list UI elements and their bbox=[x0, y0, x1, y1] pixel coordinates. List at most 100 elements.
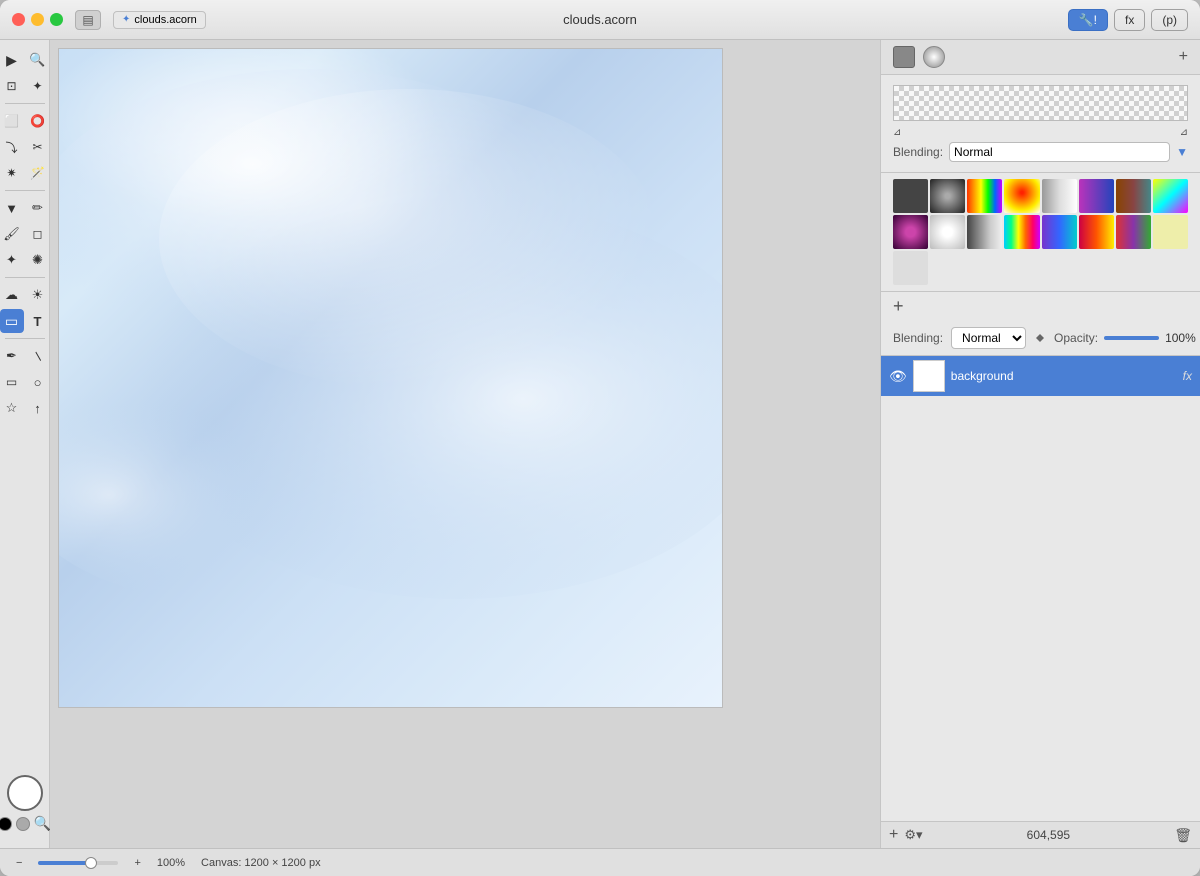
panel-add-button[interactable]: + bbox=[1179, 48, 1188, 66]
opacity-slider[interactable] bbox=[1104, 336, 1159, 340]
swatch-spectrum[interactable] bbox=[967, 179, 1002, 213]
fx-button[interactable]: fx bbox=[1114, 9, 1145, 31]
add-swatch-button[interactable]: + bbox=[893, 296, 904, 317]
gradient-preview[interactable] bbox=[893, 85, 1188, 121]
gradient-handle-right[interactable]: ⊿ bbox=[1180, 127, 1188, 138]
gradient-section: ⊿ ⊿ Blending: Normal Multiply Screen Ove… bbox=[881, 75, 1200, 173]
layer-blending-select[interactable]: Normal Multiply Screen bbox=[951, 327, 1026, 349]
blending-stepper-icon[interactable] bbox=[1034, 332, 1046, 344]
gradient-blending-select[interactable]: Normal Multiply Screen Overlay bbox=[949, 142, 1170, 162]
swatch-purple-blue[interactable] bbox=[1079, 179, 1114, 213]
main-area: ▶ 🔍 ⊡ ✦ ⬜ ⭕ ⤵ ✂ ✷ 🪄 ▼ ✏ bbox=[0, 40, 1200, 848]
zoom-minus-button[interactable]: − bbox=[16, 857, 22, 869]
star-tool-button[interactable]: ☆ bbox=[0, 396, 24, 420]
text-button[interactable]: T bbox=[26, 309, 50, 333]
layer-name: background bbox=[951, 369, 1177, 383]
arrow-tool-button[interactable]: ▶ bbox=[0, 48, 24, 72]
gradient-handle-left[interactable]: ⊿ bbox=[893, 127, 901, 138]
tab-icon: ✦ bbox=[122, 14, 130, 25]
swatch-bright-colors[interactable] bbox=[1153, 179, 1188, 213]
background-color[interactable] bbox=[16, 817, 30, 831]
layer-fx-button[interactable]: fx bbox=[1183, 369, 1192, 383]
arrow-draw-button[interactable]: ↑ bbox=[26, 396, 50, 420]
color-picker-button[interactable]: 🪄 bbox=[26, 161, 50, 185]
layer-settings-button[interactable]: ⚙▾ bbox=[904, 827, 922, 843]
pen-tool-button[interactable]: ✒ bbox=[0, 344, 24, 368]
layer-item[interactable]: 👁 background fx bbox=[881, 356, 1200, 396]
window-title: clouds.acorn bbox=[563, 12, 637, 27]
swatch-warm-colors[interactable] bbox=[1116, 179, 1151, 213]
blending-row: Blending: Normal Multiply Screen Overlay… bbox=[893, 142, 1188, 162]
gradient-preview-inner bbox=[894, 86, 1187, 120]
transform-tool-button[interactable]: ✦ bbox=[26, 74, 50, 98]
swatch-add-row: + bbox=[881, 292, 1200, 321]
layer-thumbnail bbox=[913, 360, 945, 392]
toolbar-bottom: 🔍 bbox=[0, 775, 51, 840]
close-button[interactable] bbox=[12, 13, 25, 26]
zoom-icon[interactable]: 🔍 bbox=[34, 815, 51, 832]
heal-button[interactable]: ✺ bbox=[26, 248, 50, 272]
zoom-tool-button[interactable]: 🔍 bbox=[26, 48, 50, 72]
layer-visibility-icon[interactable]: 👁 bbox=[889, 368, 907, 385]
title-text: clouds.acorn bbox=[563, 12, 637, 27]
layer-add-button[interactable]: + bbox=[889, 826, 898, 844]
rect-select-button[interactable]: ⬜ bbox=[0, 109, 24, 133]
color-row: 🔍 bbox=[0, 815, 51, 832]
brush-button[interactable]: 🖌 bbox=[0, 222, 24, 246]
stroke-fill-indicator[interactable] bbox=[7, 775, 43, 811]
foreground-color[interactable] bbox=[0, 817, 12, 831]
sun-brush-button[interactable]: ☀ bbox=[26, 283, 50, 307]
tool-row-4: ⤵ ✂ bbox=[0, 135, 50, 159]
layer-delete-button[interactable]: 🗑 bbox=[1174, 827, 1192, 844]
swatch-radial-warm[interactable] bbox=[1004, 179, 1039, 213]
pencil-button[interactable]: ✏ bbox=[26, 196, 50, 220]
titlebar-right-buttons: 🔧! fx (p) bbox=[1068, 9, 1188, 31]
magnetic-lasso-button[interactable]: ✂ bbox=[26, 135, 50, 159]
tool-row-13: ☆ ↑ bbox=[0, 396, 50, 420]
minimize-button[interactable] bbox=[31, 13, 44, 26]
swatch-dark[interactable] bbox=[893, 179, 928, 213]
crop-tool-button[interactable]: ⊡ bbox=[0, 74, 24, 98]
swatch-rgb[interactable] bbox=[1116, 215, 1151, 249]
rect-draw-button[interactable]: ▭ bbox=[0, 370, 24, 394]
tab-label: clouds.acorn bbox=[134, 14, 196, 26]
tools-button[interactable]: 🔧! bbox=[1068, 9, 1108, 31]
magic-wand-button[interactable]: ✷ bbox=[0, 161, 24, 185]
cloud-brush-button[interactable]: ☁ bbox=[0, 283, 24, 307]
sidebar-toggle-button[interactable]: ▤ bbox=[75, 10, 101, 30]
swatch-light-grad[interactable] bbox=[1042, 179, 1077, 213]
canvas[interactable] bbox=[58, 48, 723, 708]
swatch-white-gray[interactable] bbox=[930, 215, 965, 249]
opacity-row: Opacity: 100% bbox=[1054, 331, 1196, 345]
layer-coordinates: 604,595 bbox=[929, 828, 1169, 842]
maximize-button[interactable] bbox=[50, 13, 63, 26]
zoom-slider[interactable] bbox=[38, 861, 118, 865]
zoom-plus-button[interactable]: + bbox=[134, 857, 140, 869]
separator-2 bbox=[5, 190, 45, 191]
gradient-handles: ⊿ ⊿ bbox=[893, 127, 1188, 138]
circle-draw-button[interactable]: ○ bbox=[26, 370, 50, 394]
document-tab[interactable]: ✦ clouds.acorn bbox=[113, 11, 206, 29]
stamp-button[interactable]: ✦ bbox=[0, 248, 24, 272]
swatch-fire[interactable] bbox=[1079, 215, 1114, 249]
toolbar: ▶ 🔍 ⊡ ✦ ⬜ ⭕ ⤵ ✂ ✷ 🪄 ▼ ✏ bbox=[0, 40, 50, 848]
swatch-light-gray[interactable] bbox=[893, 251, 928, 285]
eraser-button[interactable]: ◻ bbox=[26, 222, 50, 246]
swatch-rainbow[interactable] bbox=[1004, 215, 1039, 249]
solid-swatch-button[interactable] bbox=[893, 46, 915, 68]
swatch-yellow[interactable] bbox=[1153, 215, 1188, 249]
ellipse-select-button[interactable]: ⭕ bbox=[26, 109, 50, 133]
gradient-swatch-button[interactable] bbox=[923, 46, 945, 68]
titlebar: ▤ ✦ clouds.acorn clouds.acorn 🔧! fx (p) bbox=[0, 0, 1200, 40]
swatch-radial-dark[interactable] bbox=[930, 179, 965, 213]
paint-bucket-button[interactable]: ▼ bbox=[0, 196, 24, 220]
swatch-magenta[interactable] bbox=[893, 215, 928, 249]
rect-shape-button[interactable]: ▭ bbox=[0, 309, 24, 333]
p-button[interactable]: (p) bbox=[1151, 9, 1188, 31]
canvas-size-label: Canvas: 1200 × 1200 px bbox=[201, 857, 321, 869]
layer-blending-label: Blending: bbox=[893, 331, 943, 345]
swatch-gray-grad[interactable] bbox=[967, 215, 1002, 249]
swatch-cool[interactable] bbox=[1042, 215, 1077, 249]
lasso-tool-button[interactable]: ⤵ bbox=[0, 135, 24, 159]
layer-blending-section: Blending: Normal Multiply Screen Opacity… bbox=[881, 321, 1200, 356]
